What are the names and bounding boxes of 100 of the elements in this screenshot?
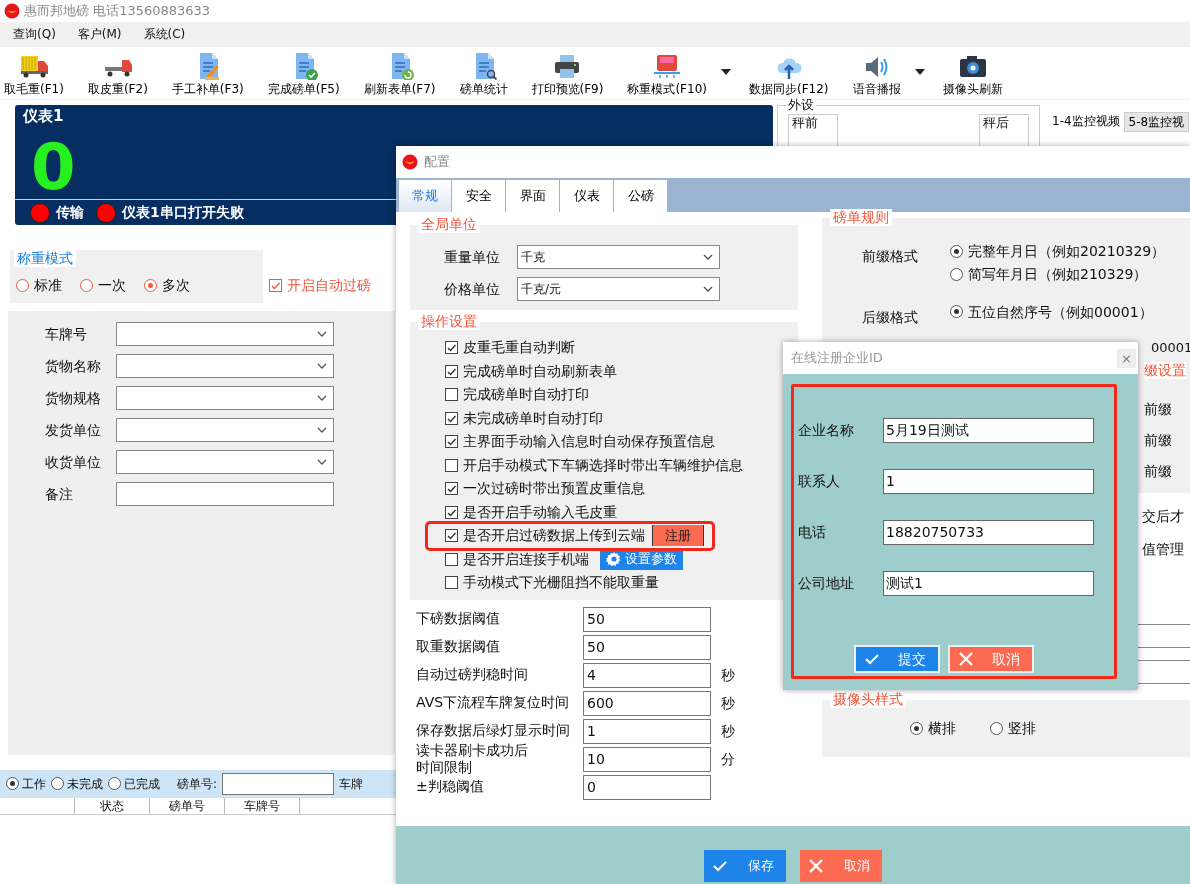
toolbar-button[interactable]: 数据同步(F12) [749, 51, 829, 96]
checkbox[interactable] [445, 482, 458, 496]
unit-label: 秒 [721, 722, 735, 740]
dropdown-field[interactable] [116, 386, 334, 410]
radio-button[interactable] [950, 244, 963, 258]
radio-button[interactable] [910, 722, 923, 735]
checkbox[interactable] [445, 411, 458, 425]
weight-reading: 0 [31, 135, 76, 199]
radio-button[interactable] [6, 777, 19, 791]
checkbox-option[interactable]: 是否开启过磅数据上传到云端 [445, 527, 645, 545]
toolbar-button[interactable]: 称重模式(F10) [627, 51, 707, 96]
radio-button[interactable] [108, 777, 121, 791]
radio-option[interactable]: 横排 [910, 720, 956, 737]
checkbox-option[interactable]: 未完成磅单时自动打印 [445, 409, 603, 427]
chevron-icon [703, 254, 713, 260]
close-button[interactable]: × [1117, 348, 1136, 368]
checkbox-option[interactable]: 一次过磅时带出预置皮重信息 [445, 480, 645, 498]
toolbar-button[interactable]: 完成磅单(F5) [267, 51, 340, 96]
checkbox-option[interactable]: 是否开启连接手机端 [445, 550, 589, 568]
checkbox[interactable] [445, 364, 458, 378]
checkbox-option[interactable]: 主界面手动输入信息时自动保存预置信息 [445, 433, 715, 451]
input-field[interactable]: 600 [583, 690, 711, 716]
checkbox-option[interactable]: 皮重毛重自动判断 [445, 339, 575, 357]
close-icon [958, 651, 974, 667]
input-field[interactable] [116, 482, 334, 506]
dropdown-field[interactable] [116, 418, 334, 442]
radio-option[interactable]: 标准 [16, 277, 62, 294]
checkbox-option[interactable]: 开启手动模式下车辆选择时带出车辆维护信息 [445, 456, 743, 474]
input-field[interactable]: 1 [583, 718, 711, 744]
checkbox[interactable] [445, 435, 458, 449]
radio-button[interactable] [990, 722, 1003, 735]
input-field[interactable]: 18820750733 [883, 520, 1094, 545]
dropdown-field[interactable]: 千克/元 [517, 277, 720, 301]
submit-button[interactable]: 提交 [854, 645, 940, 673]
save-button[interactable]: 保存 [704, 850, 786, 882]
checkbox[interactable] [445, 529, 458, 543]
menu-item[interactable]: 系统(C) [143, 27, 186, 42]
settings-tab[interactable]: 仪表 [560, 180, 613, 212]
dropdown-field[interactable] [116, 322, 334, 346]
checkbox[interactable] [445, 505, 458, 519]
toolbar-button[interactable]: 手工补单(F3) [171, 51, 244, 96]
checkbox-option[interactable]: 手动模式下光栅阻挡不能取重量 [445, 574, 659, 592]
input-field[interactable]: 50 [583, 634, 711, 660]
dropdown-field[interactable] [116, 354, 334, 378]
toolbar-button[interactable]: 语音播报 [852, 51, 901, 96]
radio-option[interactable]: 一次 [80, 277, 126, 294]
field-label: 企业名称 [798, 422, 855, 439]
radio-option[interactable]: 五位自然序号（例如00001） [950, 303, 1153, 321]
video-tab[interactable]: 5-8监控视 [1123, 112, 1190, 133]
input-field[interactable]: 0 [583, 774, 711, 800]
input-field[interactable] [222, 773, 335, 795]
input-field[interactable]: 测试1 [883, 571, 1094, 596]
settings-tab[interactable]: 安全 [452, 180, 505, 212]
checkbox[interactable] [445, 576, 458, 590]
radio-button[interactable] [950, 305, 963, 319]
radio-option[interactable]: 多次 [144, 277, 190, 294]
input-field[interactable]: 5月19日测试 [883, 418, 1094, 443]
menu-item[interactable]: 客户(M) [77, 27, 122, 42]
checkbox[interactable] [445, 341, 458, 355]
radio-button[interactable] [16, 279, 29, 293]
register-button[interactable]: 注册 [652, 525, 704, 547]
dropdown-field[interactable] [116, 450, 334, 474]
toolbar-button[interactable]: 刷新表单(F7) [363, 51, 436, 96]
checkbox-option[interactable]: 开启自动过磅 [269, 277, 371, 294]
settings-tab[interactable]: 公磅 [614, 180, 667, 212]
radio-button[interactable] [80, 279, 93, 293]
status-light [96, 202, 116, 223]
checkbox[interactable] [445, 552, 458, 566]
settings-tab[interactable]: 界面 [506, 180, 559, 212]
menu-item[interactable]: 查询(Q) [13, 27, 56, 42]
toolbar-button[interactable]: 摄像头刷新 [942, 51, 1003, 96]
toolbar-button[interactable]: 打印预览(F9) [531, 51, 604, 96]
radio-option[interactable]: 完整年月日（例如20210329） [950, 243, 1166, 260]
input-field[interactable]: 50 [583, 606, 711, 632]
toolbar-button[interactable]: 取皮重(F2) [87, 51, 148, 96]
settings-tab[interactable]: 常规 [399, 180, 451, 212]
input-field[interactable]: 4 [583, 662, 711, 688]
field-label: 保存数据后绿灯显示时间 [415, 722, 571, 740]
input-field[interactable]: 10 [583, 746, 711, 772]
note-text: 交后才 [1142, 508, 1184, 525]
logo-icon [4, 3, 20, 19]
input-field[interactable]: 1 [883, 469, 1094, 494]
radio-option[interactable]: 简写年月日（例如210329） [950, 265, 1166, 283]
checkbox-option[interactable]: 完成磅单时自动刷新表单 [445, 362, 617, 380]
checkbox[interactable] [445, 458, 458, 472]
radio-option[interactable]: 竖排 [990, 720, 1036, 737]
toolbar-button[interactable]: 取毛重(F1) [4, 51, 64, 96]
checkbox-option[interactable]: 是否开启手动输入毛皮重 [445, 503, 617, 521]
group-title: 全局单位 [418, 216, 480, 233]
toolbar-button[interactable]: 磅单统计 [459, 51, 508, 96]
dropdown-field[interactable]: 千克 [517, 245, 720, 269]
radio-button[interactable] [950, 267, 963, 281]
radio-option[interactable]: 未完成 [51, 776, 103, 792]
radio-option[interactable]: 工作 [6, 776, 46, 792]
radio-button[interactable] [51, 777, 64, 791]
radio-button[interactable] [144, 279, 157, 293]
checkbox-option[interactable]: 完成磅单时自动打印 [445, 386, 589, 404]
checkbox[interactable] [445, 388, 458, 402]
checkbox[interactable] [269, 279, 282, 293]
radio-option[interactable]: 已完成 [108, 776, 160, 792]
